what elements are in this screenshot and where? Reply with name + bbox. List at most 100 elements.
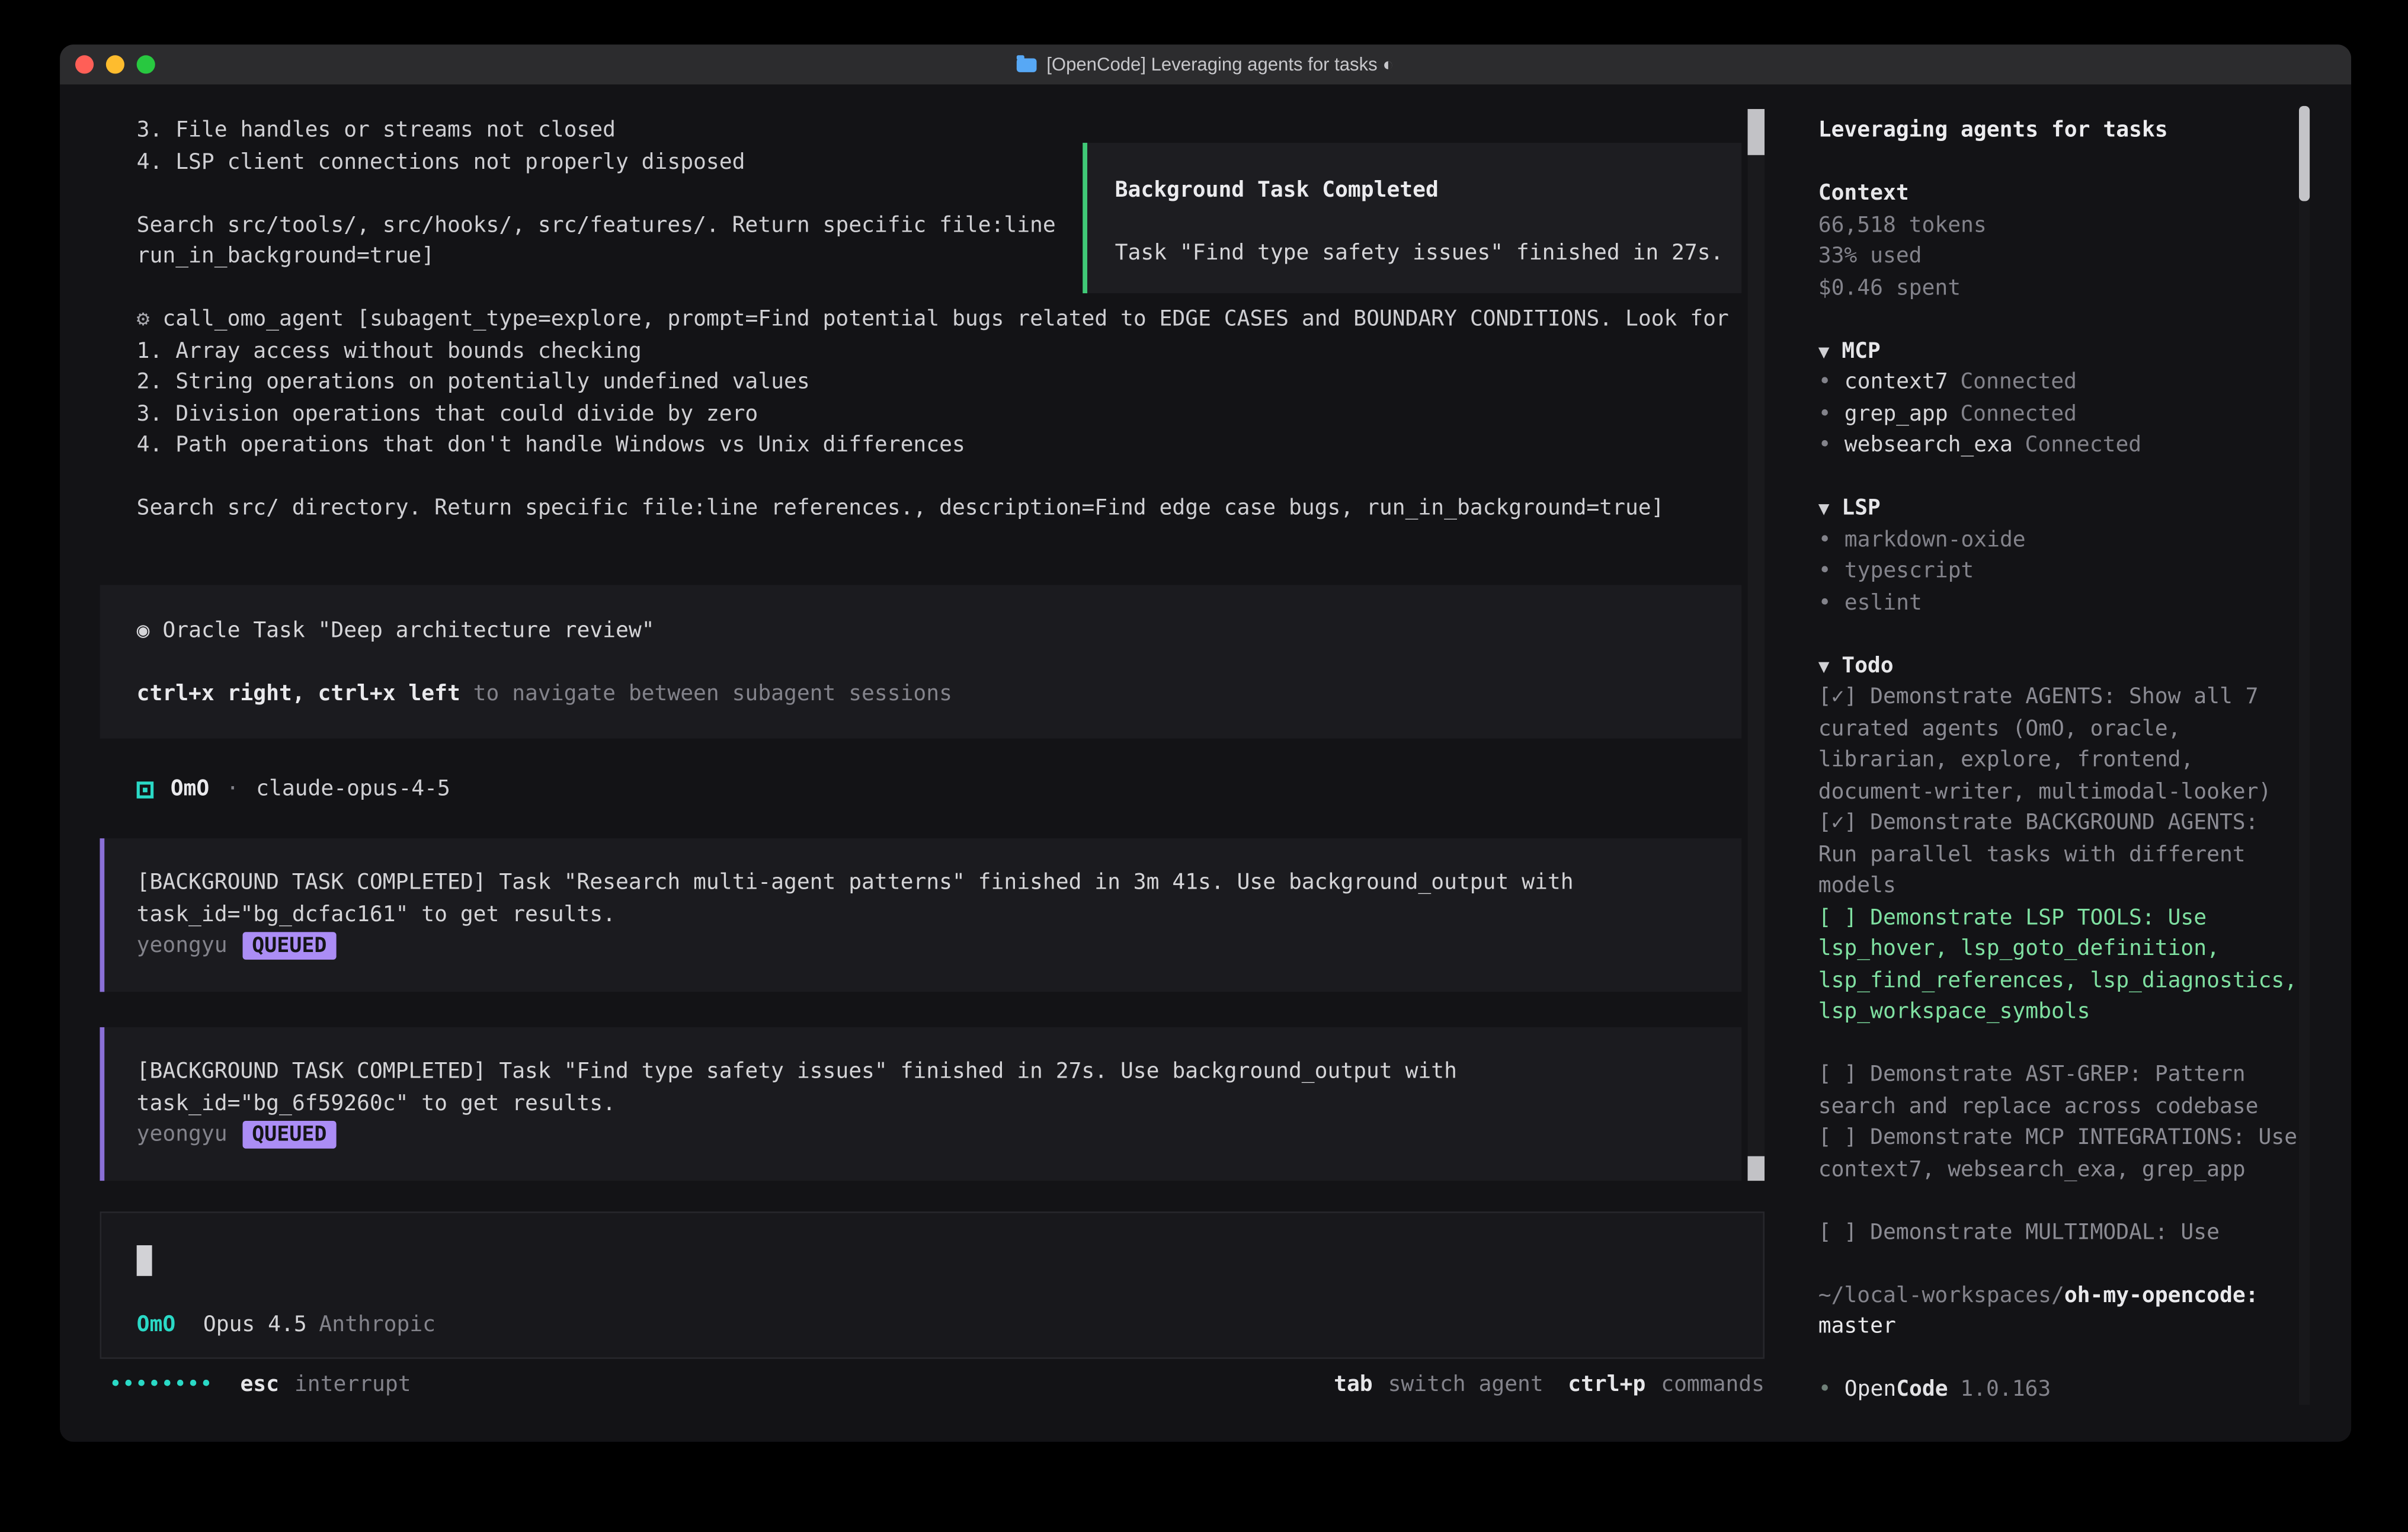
input-agent-name: OmO	[137, 1313, 176, 1337]
context-spent: $0.46 spent	[1818, 273, 2304, 304]
mcp-item: •grep_appConnected	[1818, 399, 2304, 430]
bullet-icon: •	[1818, 367, 1845, 398]
sidebar-scrollbar-track[interactable]	[2299, 106, 2310, 1405]
lsp-item: •typescript	[1818, 556, 2304, 587]
title-bar: [OpenCode] Leveraging agents for tasks ◐	[60, 44, 2351, 86]
lsp-item: •eslint	[1818, 587, 2304, 618]
tab-key-hint: tab	[1334, 1373, 1373, 1398]
toast-body: Task "Find type safety issues" finished …	[1115, 238, 1727, 270]
lsp-section-heading: ▼LSP	[1818, 493, 2304, 524]
transcript-line: 4. Path operations that don't handle Win…	[137, 430, 1765, 461]
main-pane: 3. File handles or streams not closed 4.…	[60, 85, 1795, 1442]
context-heading: Context	[1818, 178, 2304, 210]
queued-badge: QUEUED	[243, 932, 337, 960]
transcript-line: 1. Array access without bounds checking	[137, 335, 1765, 367]
tab-key-label: switch agent	[1388, 1373, 1544, 1398]
shortcut-description: to navigate between subagent sessions	[460, 682, 952, 706]
separator-dot: ·	[226, 777, 239, 802]
transcript-line: 2. String operations on potentially unde…	[137, 367, 1765, 398]
bullet-icon: •	[1818, 399, 1845, 430]
input-meta: OmO Opus 4.5 Anthropic	[137, 1313, 436, 1337]
chevron-down-icon: ▼	[1818, 655, 1830, 676]
subagent-nav-hint: ctrl+x right, ctrl+x left to navigate be…	[137, 679, 1711, 710]
oracle-task-line: ◉ Oracle Task "Deep architecture review"	[137, 616, 1711, 647]
mcp-section-heading: ▼MCP	[1818, 335, 2304, 367]
context-tokens: 66,518 tokens	[1818, 210, 2304, 241]
oracle-task-label: Oracle Task "Deep architecture review"	[162, 619, 654, 643]
todo-item: [ ] Demonstrate MCP INTEGRATIONS: Use co…	[1818, 1123, 2304, 1185]
tool-call-text: call_omo_agent [subagent_type=explore, p…	[162, 307, 1728, 331]
mcp-item: •websearch_exaConnected	[1818, 430, 2304, 461]
input-provider-name: Anthropic	[319, 1313, 436, 1337]
todo-item: [ ] Demonstrate MULTIMODAL: Use	[1818, 1217, 2304, 1248]
bullet-icon: •	[1818, 524, 1845, 556]
message-author: yeongyu	[137, 931, 228, 962]
todo-item: [ ] Demonstrate LSP TOOLS: Use lsp_hover…	[1818, 902, 2304, 1028]
text-cursor	[137, 1245, 152, 1276]
message-meta: yeongyu QUEUED	[137, 1119, 1711, 1150]
transcript-line: 3. Division operations that could divide…	[137, 399, 1765, 430]
context-used: 33% used	[1818, 241, 2304, 273]
message-meta: yeongyu QUEUED	[137, 931, 1711, 962]
window-title-area: [OpenCode] Leveraging agents for tasks ◐	[60, 54, 2351, 75]
ctrl-p-key-label: commands	[1661, 1373, 1765, 1398]
sidebar: Leveraging agents for tasks Context 66,5…	[1795, 85, 2351, 1442]
agent-model: claude-opus-4-5	[256, 777, 450, 802]
terminal-window: [OpenCode] Leveraging agents for tasks ◐…	[58, 43, 2352, 1444]
close-button[interactable]	[75, 55, 94, 73]
toast-title: Background Task Completed	[1115, 175, 1727, 206]
bullet-icon: •	[1818, 1374, 1845, 1406]
bullet-icon: •	[1818, 430, 1845, 461]
message-scrollbar-thumb[interactable]	[1748, 1156, 1765, 1181]
background-task-toast: Background Task Completed Task "Find typ…	[1083, 143, 1741, 293]
status-bar: •••••••• esc interrupt tab switch agent …	[109, 1370, 1765, 1401]
queued-message: [BACKGROUND TASK COMPLETED] Task "Find t…	[100, 1027, 1741, 1181]
minimize-button[interactable]	[106, 55, 124, 73]
oracle-task-panel: ◉ Oracle Task "Deep architecture review"…	[100, 585, 1741, 738]
sidebar-scrollbar-thumb[interactable]	[2299, 106, 2310, 201]
ctrl-p-key-hint: ctrl+p	[1568, 1373, 1645, 1398]
app-name: Open	[1845, 1374, 1896, 1406]
queued-badge: QUEUED	[243, 1121, 337, 1149]
todo-item: [✓] Demonstrate BACKGROUND AGENTS: Run p…	[1818, 807, 2304, 902]
message-author: yeongyu	[137, 1119, 228, 1150]
gear-icon: ⚙	[137, 307, 150, 331]
lsp-item: •markdown-oxide	[1818, 524, 2304, 556]
desktop-background: [OpenCode] Leveraging agents for tasks ◐…	[0, 0, 2408, 1532]
mcp-item: •context7Connected	[1818, 367, 2304, 398]
prompt-input[interactable]: OmO Opus 4.5 Anthropic	[100, 1212, 1765, 1359]
workspace-path: ~/local-workspaces/oh-my-opencode:	[1818, 1280, 2304, 1311]
workspace-branch: master	[1818, 1311, 2304, 1342]
transcript-line: Search src/ directory. Return specific f…	[137, 493, 1765, 524]
transcript-line	[137, 461, 1765, 493]
todo-section-heading: ▼Todo	[1818, 650, 2304, 682]
bullet-icon: •	[1818, 587, 1845, 618]
todo-item: [ ] Demonstrate AST-GREP: Pattern search…	[1818, 1059, 2304, 1122]
agent-icon	[137, 781, 154, 799]
queued-message: [BACKGROUND TASK COMPLETED] Task "Resear…	[100, 838, 1741, 992]
shortcut-keys: ctrl+x right, ctrl+x left	[137, 682, 460, 706]
app-version: 1.0.163	[1960, 1374, 2051, 1406]
message-text: [BACKGROUND TASK COMPLETED] Task "Find t…	[137, 1056, 1711, 1119]
esc-key-label: interrupt	[294, 1373, 411, 1398]
folder-icon	[1017, 57, 1038, 71]
transcript-line: 3. File handles or streams not closed	[137, 115, 1765, 146]
bullet-icon: •	[1818, 556, 1845, 587]
app-version-row: •OpenCode1.0.163	[1818, 1374, 2304, 1406]
window-title: [OpenCode] Leveraging agents for tasks ◐	[1046, 54, 1394, 75]
main-scrollbar-thumb[interactable]	[1748, 109, 1765, 155]
oracle-session-icon: ◉	[137, 619, 150, 643]
zoom-button[interactable]	[137, 55, 155, 73]
agent-name: OmO	[171, 777, 210, 802]
message-text: [BACKGROUND TASK COMPLETED] Task "Resear…	[137, 867, 1711, 930]
agent-header: OmO · claude-opus-4-5	[137, 774, 450, 805]
spinner-dots: ••••••••	[109, 1373, 213, 1398]
todo-item: [✓] Demonstrate AGENTS: Show all 7 curat…	[1818, 682, 2304, 808]
esc-key-hint: esc	[240, 1373, 279, 1398]
chevron-down-icon: ▼	[1818, 498, 1830, 519]
main-scrollbar-track[interactable]	[1748, 109, 1765, 1181]
chevron-down-icon: ▼	[1818, 340, 1830, 361]
session-title: Leveraging agents for tasks	[1818, 115, 2304, 146]
tool-call-line: ⚙ call_omo_agent [subagent_type=explore,…	[137, 304, 1765, 335]
traffic-lights	[75, 55, 155, 73]
